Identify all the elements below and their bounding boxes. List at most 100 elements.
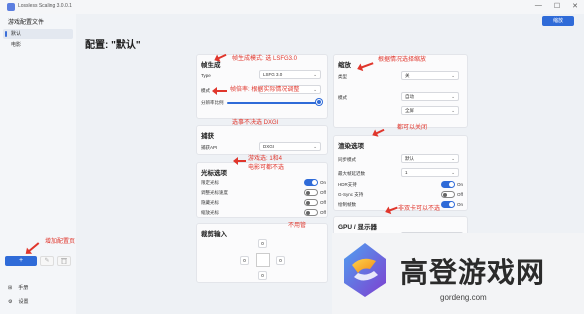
render-option-label: 绘制帧数 — [338, 202, 356, 207]
scaling-card: 缩放 类型 关 ⌄ 模式 自动 ⌄ 全屏 ⌄ — [333, 54, 468, 128]
select-value: DXGI — [263, 144, 275, 149]
gear-icon: ⚙ — [8, 298, 13, 305]
edit-profile-button[interactable]: ✎ — [40, 256, 54, 266]
app-icon — [7, 3, 15, 11]
watermark-url: gordeng.com — [440, 293, 487, 302]
card-title: 缩放 — [338, 62, 351, 69]
profile-item-movie[interactable]: 电影 — [3, 40, 73, 50]
book-icon: ⊞ — [8, 284, 13, 291]
chevron-down-icon: ⌄ — [451, 108, 455, 113]
cursor-option-label: 缩放光标 — [201, 210, 219, 215]
card-title: 捕获 — [201, 133, 214, 140]
slider-thumb[interactable] — [316, 99, 322, 105]
annotation-gpu: 非双卡可以不选 — [398, 206, 441, 212]
card-title: 渲染选项 — [338, 143, 364, 150]
select-value: 默认 — [405, 156, 414, 161]
watermark-text: 高登游戏网 — [400, 256, 546, 289]
annotation-arrow — [233, 157, 246, 165]
add-profile-button[interactable]: + — [5, 256, 37, 266]
chevron-down-icon: ⌄ — [451, 94, 455, 99]
scaling-fit-select[interactable]: 全屏 ⌄ — [401, 106, 459, 115]
select-value: 自动 — [405, 94, 414, 99]
scale-cursor-toggle[interactable] — [304, 209, 318, 216]
annotation-scaling: 根据情况选择缩放 — [378, 57, 427, 63]
chevron-down-icon: ⌄ — [451, 73, 455, 78]
annotation-capture: 选事不决选 DXGI — [232, 120, 279, 126]
gsync-toggle[interactable] — [441, 191, 455, 198]
annotation-add-profile: 增加配置页 — [45, 239, 76, 245]
toggle-state: Off — [320, 190, 326, 195]
toggle-state: On — [457, 182, 464, 187]
crop-right-input[interactable]: 0 — [276, 256, 285, 265]
hdr-toggle[interactable] — [441, 181, 455, 188]
annotation-framegen-mode: 帧生成模式: 选 LSFG3.0 — [232, 56, 298, 62]
crop-top-input[interactable]: 0 — [258, 239, 267, 248]
sidebar-heading: 游戏配置文件 — [8, 20, 45, 26]
capture-api-select[interactable]: DXGI ⌄ — [259, 142, 321, 151]
max-latency-select[interactable]: 1 ⌄ — [401, 168, 459, 177]
select-value: 关 — [405, 73, 410, 78]
maximize-icon[interactable]: ☐ — [554, 2, 560, 10]
draw-fps-toggle[interactable] — [441, 201, 455, 208]
close-icon[interactable]: ✕ — [572, 2, 578, 10]
crop-left-input[interactable]: 0 — [240, 256, 249, 265]
window-controls: — ☐ ✕ — [535, 2, 578, 10]
scaling-type-select[interactable]: 关 ⌄ — [401, 71, 459, 80]
toggle-state: On — [457, 202, 464, 207]
annotation-framegen-ratio: 帧倍率: 根据实际情况调整 — [230, 87, 300, 93]
title-bar: Lossless Scaling 3.0.0.1 — ☐ ✕ — [0, 0, 584, 14]
annotation-cursor-2: 电影可都不选 — [248, 165, 285, 171]
render-option-label: G-Sync 支持 — [338, 192, 364, 197]
scaling-mode-select[interactable]: 自动 ⌄ — [401, 92, 459, 101]
watermark: 高登游戏网 gordeng.com — [332, 233, 584, 314]
scaling-mode-label: 模式 — [338, 95, 347, 100]
select-value: LSFG 3.0 — [263, 72, 283, 77]
sync-mode-label: 同步模式 — [338, 157, 356, 162]
chevron-down-icon: ⌄ — [451, 170, 455, 175]
profile-item-default[interactable]: 默认 — [3, 29, 73, 39]
card-title: 光标选项 — [201, 170, 227, 177]
toggle-state: Off — [320, 210, 326, 215]
crop-preview — [256, 253, 270, 267]
sidebar: 游戏配置文件 默认 电影 + ✎ ⊞ 手册 ⚙ 设置 — [0, 14, 76, 314]
sidebar-item-label: 设置 — [18, 299, 29, 305]
clip-cursor-toggle[interactable] — [304, 179, 318, 186]
watermark-logo — [344, 243, 386, 297]
select-value: 1 — [405, 170, 408, 175]
flow-scale-slider[interactable] — [227, 102, 319, 104]
chevron-down-icon: ⌄ — [451, 156, 455, 161]
scaling-type-label: 类型 — [338, 74, 347, 79]
crop-bottom-input[interactable]: 0 — [258, 271, 267, 280]
sidebar-item-manual[interactable]: ⊞ 手册 — [8, 284, 29, 292]
annotation-cursor-1: 游戏选: 1和4 — [248, 156, 283, 162]
cursor-option-label: 限定光标 — [201, 180, 219, 185]
card-title: 裁剪输入 — [201, 231, 227, 238]
cursor-option-label: 隐藏光标 — [201, 200, 219, 205]
card-title: GPU / 显示器 — [338, 224, 378, 231]
scale-button[interactable]: 缩放 — [542, 16, 574, 26]
minimize-icon[interactable]: — — [535, 2, 542, 10]
annotation-arrow — [212, 87, 227, 95]
adjust-cursor-speed-toggle[interactable] — [304, 189, 318, 196]
page-title: 配置: "默认" — [85, 40, 141, 51]
mode-label: 模式 — [201, 88, 210, 93]
render-option-label: HDR支持 — [338, 182, 357, 187]
sync-mode-select[interactable]: 默认 ⌄ — [401, 154, 459, 163]
crop-card: 裁剪输入 0 0 0 0 — [196, 223, 328, 283]
rendering-card: 渲染选项 同步模式 默认 ⌄ 最大帧延迟数 1 ⌄ HDR支持 On G-Sync … — [333, 135, 468, 211]
delete-profile-button[interactable] — [57, 256, 71, 266]
toggle-state: Off — [457, 192, 463, 197]
type-label: Type — [201, 73, 211, 78]
sidebar-item-settings[interactable]: ⚙ 设置 — [8, 298, 29, 306]
annotation-render: 都可以关闭 — [397, 125, 428, 131]
app-title: Lossless Scaling 3.0.0.1 — [18, 3, 72, 9]
select-value: 全屏 — [405, 108, 414, 113]
capture-card: 捕获 捕获API DXGI ⌄ — [196, 125, 328, 155]
hide-cursor-toggle[interactable] — [304, 199, 318, 206]
annotation-crop: 不用管 — [288, 223, 307, 229]
framegen-type-select[interactable]: LSFG 3.0 ⌄ — [259, 70, 321, 79]
trash-icon — [61, 258, 67, 265]
sidebar-item-label: 手册 — [18, 285, 29, 291]
chevron-down-icon: ⌄ — [313, 72, 317, 77]
chevron-down-icon: ⌄ — [313, 144, 317, 149]
